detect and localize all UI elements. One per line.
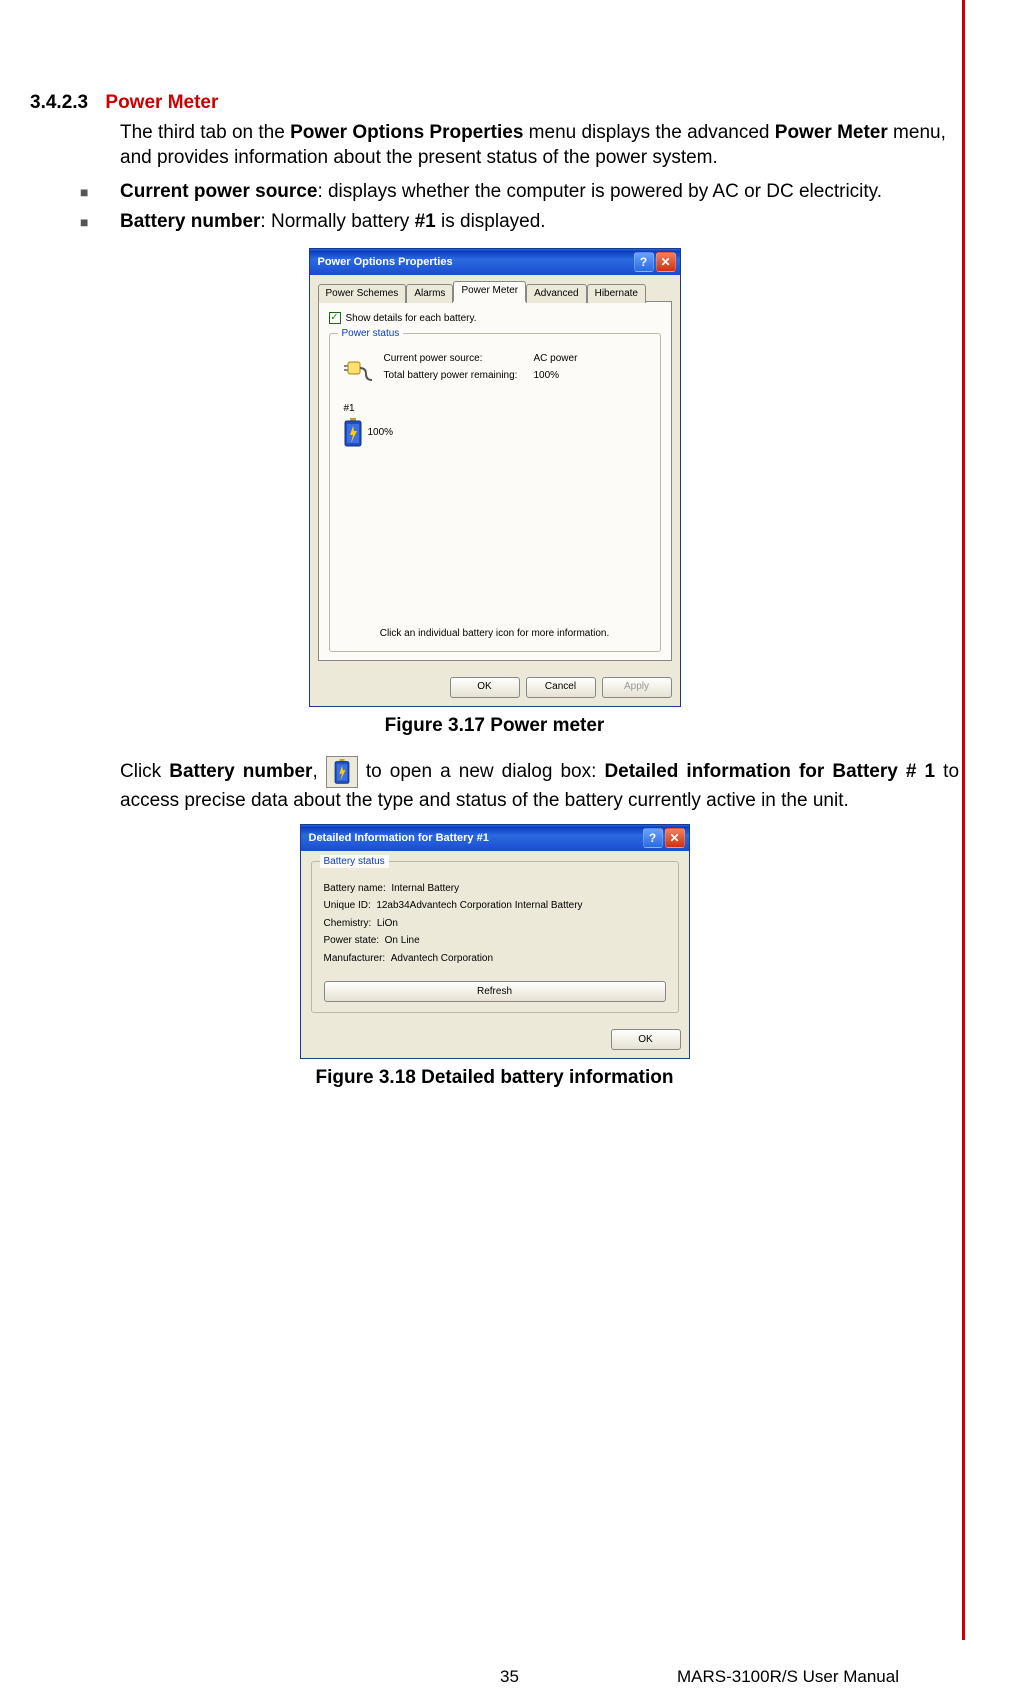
titlebar: Detailed Information for Battery #1 ? ✕	[301, 825, 689, 851]
tab-strip: Power Schemes Alarms Power Meter Advance…	[318, 281, 672, 302]
tab-alarms[interactable]: Alarms	[406, 284, 453, 303]
close-button[interactable]: ✕	[656, 252, 676, 272]
apply-button[interactable]: Apply	[602, 677, 672, 698]
section-heading: 3.4.2.3 Power Meter	[30, 90, 959, 116]
bullet-square-icon: ■	[80, 213, 120, 235]
battery-icon	[326, 756, 358, 788]
tab-advanced[interactable]: Advanced	[526, 284, 586, 303]
show-details-checkbox[interactable]: ✓ Show details for each battery.	[329, 312, 661, 326]
battery-remaining-label: Total battery power remaining:	[384, 369, 534, 385]
dialog-title: Detailed Information for Battery #1	[309, 831, 489, 846]
refresh-button[interactable]: Refresh	[324, 981, 666, 1002]
bullet-item: ■ Current power source: displays whether…	[80, 179, 959, 205]
tab-power-meter[interactable]: Power Meter	[453, 281, 526, 302]
help-button[interactable]: ?	[634, 252, 654, 272]
battery-percent: 100%	[368, 426, 394, 440]
section-number: 3.4.2.3	[30, 92, 88, 113]
power-status-group: Power status Current power source: AC po…	[329, 333, 661, 652]
tab-power-schemes[interactable]: Power Schemes	[318, 284, 407, 303]
battery-icon[interactable]	[342, 418, 364, 448]
battery-status-group: Battery status Battery name: Internal Ba…	[311, 861, 679, 1014]
check-icon: ✓	[329, 312, 341, 324]
figure-caption-1: Figure 3.17 Power meter	[30, 713, 959, 739]
figure-caption-2: Figure 3.18 Detailed battery information	[30, 1065, 959, 1091]
current-source-value: AC power	[534, 352, 578, 368]
tab-hibernate[interactable]: Hibernate	[587, 284, 646, 303]
bullet-square-icon: ■	[80, 183, 120, 205]
cancel-button[interactable]: Cancel	[526, 677, 596, 698]
bullet-item: ■ Battery number: Normally battery #1 is…	[80, 209, 959, 235]
ok-button[interactable]: OK	[450, 677, 520, 698]
battery-detail-dialog: Detailed Information for Battery #1 ? ✕ …	[300, 824, 690, 1060]
battery-hint: Click an individual battery icon for mor…	[342, 607, 648, 641]
plug-icon	[342, 352, 374, 384]
power-options-dialog: Power Options Properties ? ✕ Power Schem…	[309, 248, 681, 707]
current-source-label: Current power source:	[384, 352, 534, 368]
help-button[interactable]: ?	[643, 828, 663, 848]
ok-button[interactable]: OK	[611, 1029, 681, 1050]
dialog-title: Power Options Properties	[318, 255, 453, 270]
mid-paragraph: Click Battery number, to open a new dial…	[120, 756, 959, 814]
section-title: Power Meter	[105, 92, 218, 113]
titlebar: Power Options Properties ? ✕	[310, 249, 680, 275]
intro-paragraph: The third tab on the Power Options Prope…	[120, 120, 959, 171]
page-number: 35	[500, 1666, 519, 1689]
battery-number-label: #1	[344, 402, 648, 416]
battery-remaining-value: 100%	[534, 369, 578, 385]
footer-title: MARS-3100R/S User Manual	[677, 1666, 899, 1689]
close-button[interactable]: ✕	[665, 828, 685, 848]
